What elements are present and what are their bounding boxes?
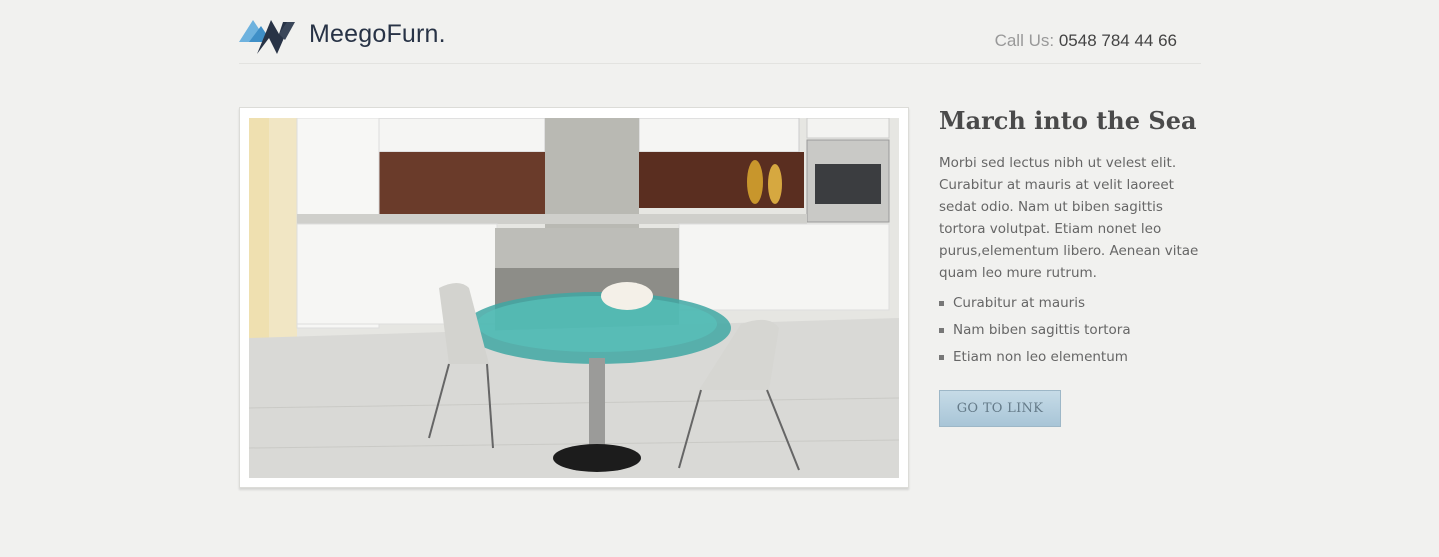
list-item: Nam biben sagittis tortora bbox=[939, 317, 1201, 344]
go-to-link-button[interactable]: GO TO LINK bbox=[939, 390, 1061, 427]
feature-title: March into the Sea bbox=[939, 106, 1197, 135]
list-item: Etiam non leo elementum bbox=[939, 344, 1201, 371]
call-us-label: Call Us: bbox=[994, 31, 1055, 50]
phone-number[interactable]: 0548 784 44 66 bbox=[1059, 31, 1177, 50]
bullet-text: Etiam non leo elementum bbox=[953, 349, 1128, 365]
mountain-logo-icon bbox=[239, 20, 295, 54]
photo-frame bbox=[239, 107, 909, 488]
feature-bullet-list: Curabitur at mauris Nam biben sagittis t… bbox=[939, 290, 1201, 371]
square-bullet-icon bbox=[939, 301, 944, 306]
call-us: Call Us: 0548 784 44 66 bbox=[995, 31, 1177, 51]
bullet-text: Nam biben sagittis tortora bbox=[953, 322, 1131, 338]
feature-description: Morbi sed lectus nibh ut velest elit. Cu… bbox=[939, 155, 1199, 281]
list-item: Curabitur at mauris bbox=[939, 290, 1201, 317]
feature-content: March into the Sea Morbi sed lectus nibh… bbox=[939, 104, 1201, 427]
header: MeegoFurn. Call Us: 0548 784 44 66 bbox=[239, 0, 1201, 64]
square-bullet-icon bbox=[939, 355, 944, 360]
bullet-text: Curabitur at mauris bbox=[953, 295, 1085, 311]
brand-name: MeegoFurn. bbox=[309, 19, 446, 48]
kitchen-photo[interactable] bbox=[249, 118, 899, 478]
page-container: MeegoFurn. Call Us: 0548 784 44 66 March… bbox=[239, 0, 1201, 557]
logo[interactable]: MeegoFurn. bbox=[239, 14, 446, 54]
square-bullet-icon bbox=[939, 328, 944, 333]
